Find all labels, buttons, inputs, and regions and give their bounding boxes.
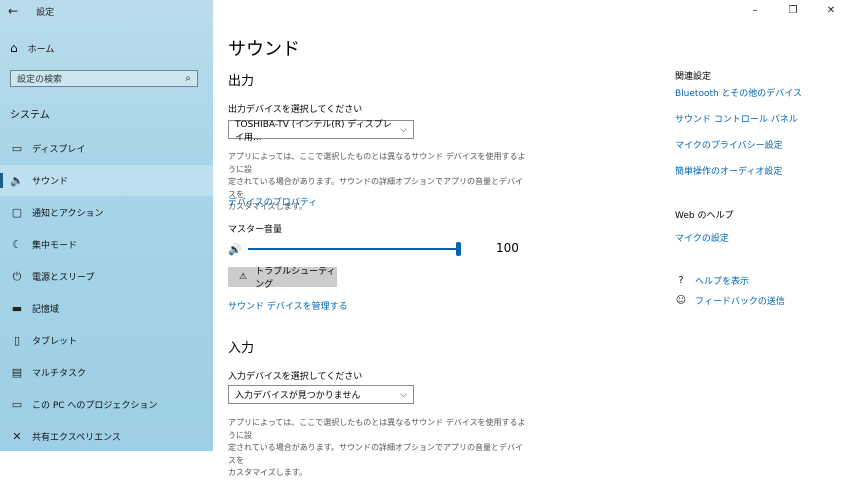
shared-experiences-icon: ✕ <box>12 430 22 443</box>
output-select-label: 出力デバイスを選択してください <box>228 105 363 115</box>
troubleshoot-label: トラブルシューティング <box>255 267 336 290</box>
sidebar-item-label: 通知とアクション <box>32 209 104 219</box>
minimize-button[interactable]: – <box>736 0 774 22</box>
microphone-setup-link[interactable]: マイクの設定 <box>675 231 729 244</box>
web-help-heading: Web のヘルプ <box>675 211 734 221</box>
get-help-label: ヘルプを表示 <box>695 277 750 287</box>
input-device-value: 入力デバイスが見つかりません <box>235 391 361 401</box>
moon-icon: ☾ <box>12 238 22 251</box>
input-heading: 入力 <box>228 341 255 356</box>
volume-slider-thumb[interactable] <box>456 242 461 256</box>
notification-icon: ▢ <box>11 206 23 219</box>
master-volume-label: マスター音量 <box>228 225 283 235</box>
page-title: サウンド <box>228 39 300 60</box>
master-volume-row: 🔊 100 <box>228 241 528 257</box>
description-line: 定されている場合があります。サウンドの詳細オプションでアプリの音量とデバイスを <box>228 443 523 465</box>
sound-control-panel-link[interactable]: サウンド コントロール パネル <box>675 112 798 125</box>
search-icon[interactable]: ⌕ <box>185 73 191 84</box>
sidebar: ← 設定 ⌂ ホーム 設定の検索 ⌕ システム ▭ ディスプレイ 🔈 サウンド … <box>0 0 213 451</box>
description-line: カスタマイズします。 <box>228 468 307 477</box>
feedback-icon: ☺ <box>675 295 687 306</box>
sidebar-item-focus-assist[interactable]: ☾ 集中モード <box>0 229 213 260</box>
sidebar-item-label: サウンド <box>32 177 69 187</box>
sidebar-section-label: システム <box>10 110 50 121</box>
sidebar-item-projection[interactable]: ▭ この PC へのプロジェクション <box>0 389 213 420</box>
ease-of-access-audio-link[interactable]: 簡単操作のオーディオ設定 <box>675 164 782 177</box>
volume-value: 100 <box>496 241 519 255</box>
feedback-label: フィードバックの送信 <box>695 297 785 307</box>
sidebar-item-label: 共有エクスペリエンス <box>32 433 121 443</box>
input-device-select[interactable]: 入力デバイスが見つかりません ⌵ <box>228 385 414 404</box>
home-icon: ⌂ <box>10 41 18 55</box>
output-device-value: TOSHIBA-TV (インテル(R) ディスプレイ用... <box>235 119 392 143</box>
sidebar-item-shared-experiences[interactable]: ✕ 共有エクスペリエンス <box>0 421 213 452</box>
sidebar-item-label: タブレット <box>32 337 78 347</box>
window-controls: – ❐ ✕ <box>736 0 850 22</box>
sidebar-item-notifications[interactable]: ▢ 通知とアクション <box>0 197 213 228</box>
maximize-button[interactable]: ❐ <box>774 0 812 22</box>
close-button[interactable]: ✕ <box>812 0 850 22</box>
sidebar-item-multitasking[interactable]: ▤ マルチタスク <box>0 357 213 388</box>
sidebar-item-storage[interactable]: ▬ 記憶域 <box>0 293 213 324</box>
projection-icon: ▭ <box>11 398 23 411</box>
device-properties-link[interactable]: デバイスのプロパティ <box>228 195 317 208</box>
volume-slider-track[interactable] <box>248 242 461 256</box>
feedback-link[interactable]: ☺ フィードバックの送信 <box>675 294 785 307</box>
sidebar-item-label: 集中モード <box>32 241 78 251</box>
sidebar-item-tablet[interactable]: ▯ タブレット <box>0 325 213 356</box>
related-settings-heading: 関連設定 <box>675 72 712 82</box>
microphone-privacy-link[interactable]: マイクのプライバシー設定 <box>675 138 783 151</box>
volume-slider-fill <box>248 248 461 250</box>
speaker-icon: 🔈 <box>10 174 24 187</box>
storage-icon: ▬ <box>11 302 23 315</box>
sidebar-item-display[interactable]: ▭ ディスプレイ <box>0 133 213 164</box>
tablet-icon: ▯ <box>13 334 21 347</box>
description-line: アプリによっては、ここで選択したものとは異なるサウンド デバイスを使用するように… <box>228 418 526 440</box>
speaker-icon[interactable]: 🔊 <box>228 243 244 256</box>
troubleshoot-button[interactable]: ⚠ トラブルシューティング <box>228 267 337 290</box>
output-device-select[interactable]: TOSHIBA-TV (インテル(R) ディスプレイ用... ⌵ <box>228 120 414 143</box>
settings-search-input[interactable]: 設定の検索 ⌕ <box>10 70 198 87</box>
home-label: ホーム <box>27 44 55 55</box>
manage-sound-devices-link[interactable]: サウンド デバイスを管理する <box>228 299 348 312</box>
help-icon: ? <box>678 275 684 286</box>
sidebar-item-label: この PC へのプロジェクション <box>32 401 158 411</box>
power-icon: ⏻ <box>12 269 22 283</box>
input-select-label: 入力デバイスを選択してください <box>228 372 363 382</box>
multitasking-icon: ▤ <box>11 366 23 379</box>
window-title: 設定 <box>36 7 55 18</box>
warning-icon: ⚠ <box>239 272 248 282</box>
home-nav-item[interactable]: ⌂ ホーム <box>10 41 54 55</box>
sidebar-item-label: 電源とスリープ <box>32 273 95 283</box>
display-icon: ▭ <box>11 142 23 155</box>
sidebar-item-power[interactable]: ⏻ 電源とスリープ <box>0 261 213 292</box>
description-line: アプリによっては、ここで選択したものとは異なるサウンド デバイスを使用するように… <box>228 152 526 174</box>
output-heading: 出力 <box>228 74 255 89</box>
sidebar-item-label: ディスプレイ <box>32 145 86 155</box>
get-help-link[interactable]: ? ヘルプを表示 <box>675 274 749 287</box>
chevron-down-icon: ⌵ <box>400 124 407 135</box>
sidebar-item-label: マルチタスク <box>32 369 87 379</box>
search-placeholder: 設定の検索 <box>17 75 63 85</box>
bluetooth-devices-link[interactable]: Bluetooth とその他のデバイス <box>675 86 802 99</box>
back-arrow-icon[interactable]: ← <box>8 4 18 18</box>
input-description: アプリによっては、ここで選択したものとは異なるサウンド デバイスを使用するように… <box>228 417 528 480</box>
sidebar-item-label: 記憶域 <box>32 305 60 315</box>
chevron-down-icon: ⌵ <box>400 389 407 400</box>
title-bar: ← 設定 <box>8 2 54 20</box>
sidebar-item-sound[interactable]: 🔈 サウンド <box>0 165 213 196</box>
